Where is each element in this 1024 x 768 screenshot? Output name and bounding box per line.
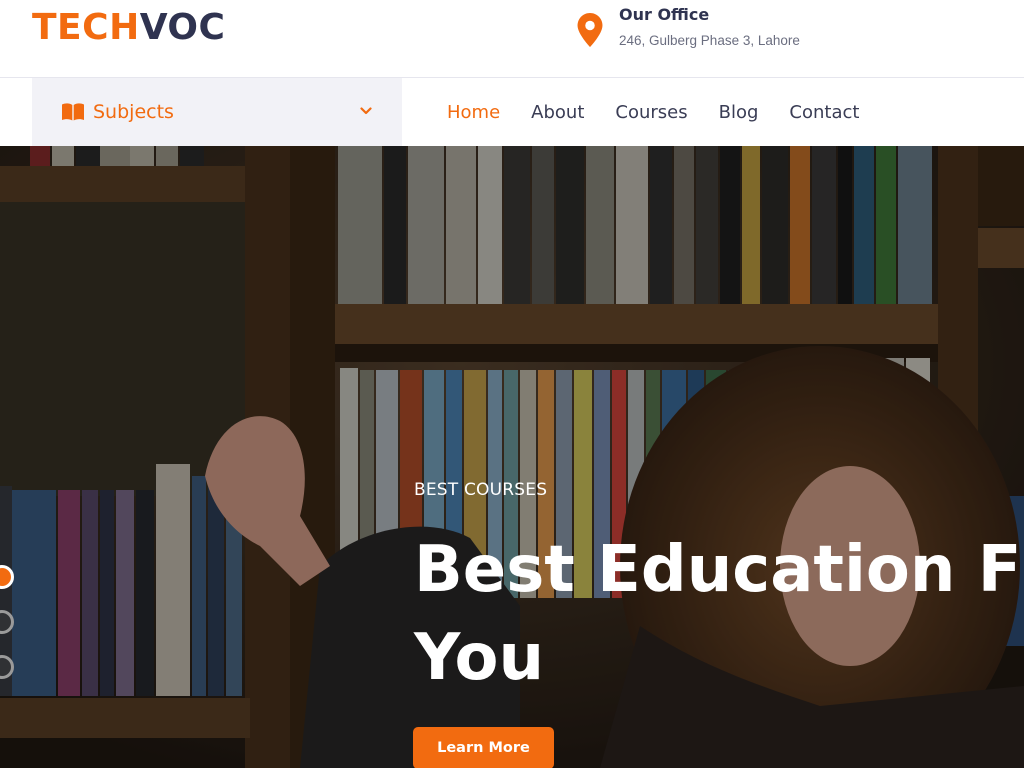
nav-blog[interactable]: Blog xyxy=(719,102,759,123)
hero-eyebrow: BEST COURSES xyxy=(414,480,548,500)
learn-more-button[interactable]: Learn More xyxy=(413,727,554,768)
nav-menu: Home About Courses Blog Contact xyxy=(447,78,890,146)
chevron-down-icon xyxy=(360,107,372,115)
hero-slider: BEST COURSES Best Education F You Learn … xyxy=(0,146,1024,768)
map-pin-icon xyxy=(577,13,603,47)
hero-headline-line-2: You xyxy=(414,621,544,695)
site-logo[interactable]: TECHVOC xyxy=(32,8,225,48)
top-header: TECHVOC Our Office 246, Gulberg Phase 3,… xyxy=(0,0,1024,78)
subjects-label: Subjects xyxy=(93,101,174,123)
office-info: Our Office 246, Gulberg Phase 3, Lahore xyxy=(576,6,800,56)
office-title: Our Office xyxy=(619,5,710,24)
nav-about[interactable]: About xyxy=(531,102,584,123)
logo-part-voc: VOC xyxy=(139,7,226,48)
nav-courses[interactable]: Courses xyxy=(615,102,687,123)
hero-headline-line-1: Best Education F xyxy=(414,533,1022,607)
nav-home[interactable]: Home xyxy=(447,102,500,123)
book-icon xyxy=(62,103,84,121)
subjects-dropdown[interactable]: Subjects xyxy=(32,78,402,146)
main-navbar: Subjects Home About Courses Blog Contact xyxy=(0,78,1024,146)
office-address: 246, Gulberg Phase 3, Lahore xyxy=(619,33,800,48)
logo-part-tech: TECH xyxy=(32,7,140,48)
hero-headline: Best Education F You xyxy=(414,526,1024,702)
nav-contact[interactable]: Contact xyxy=(789,102,859,123)
